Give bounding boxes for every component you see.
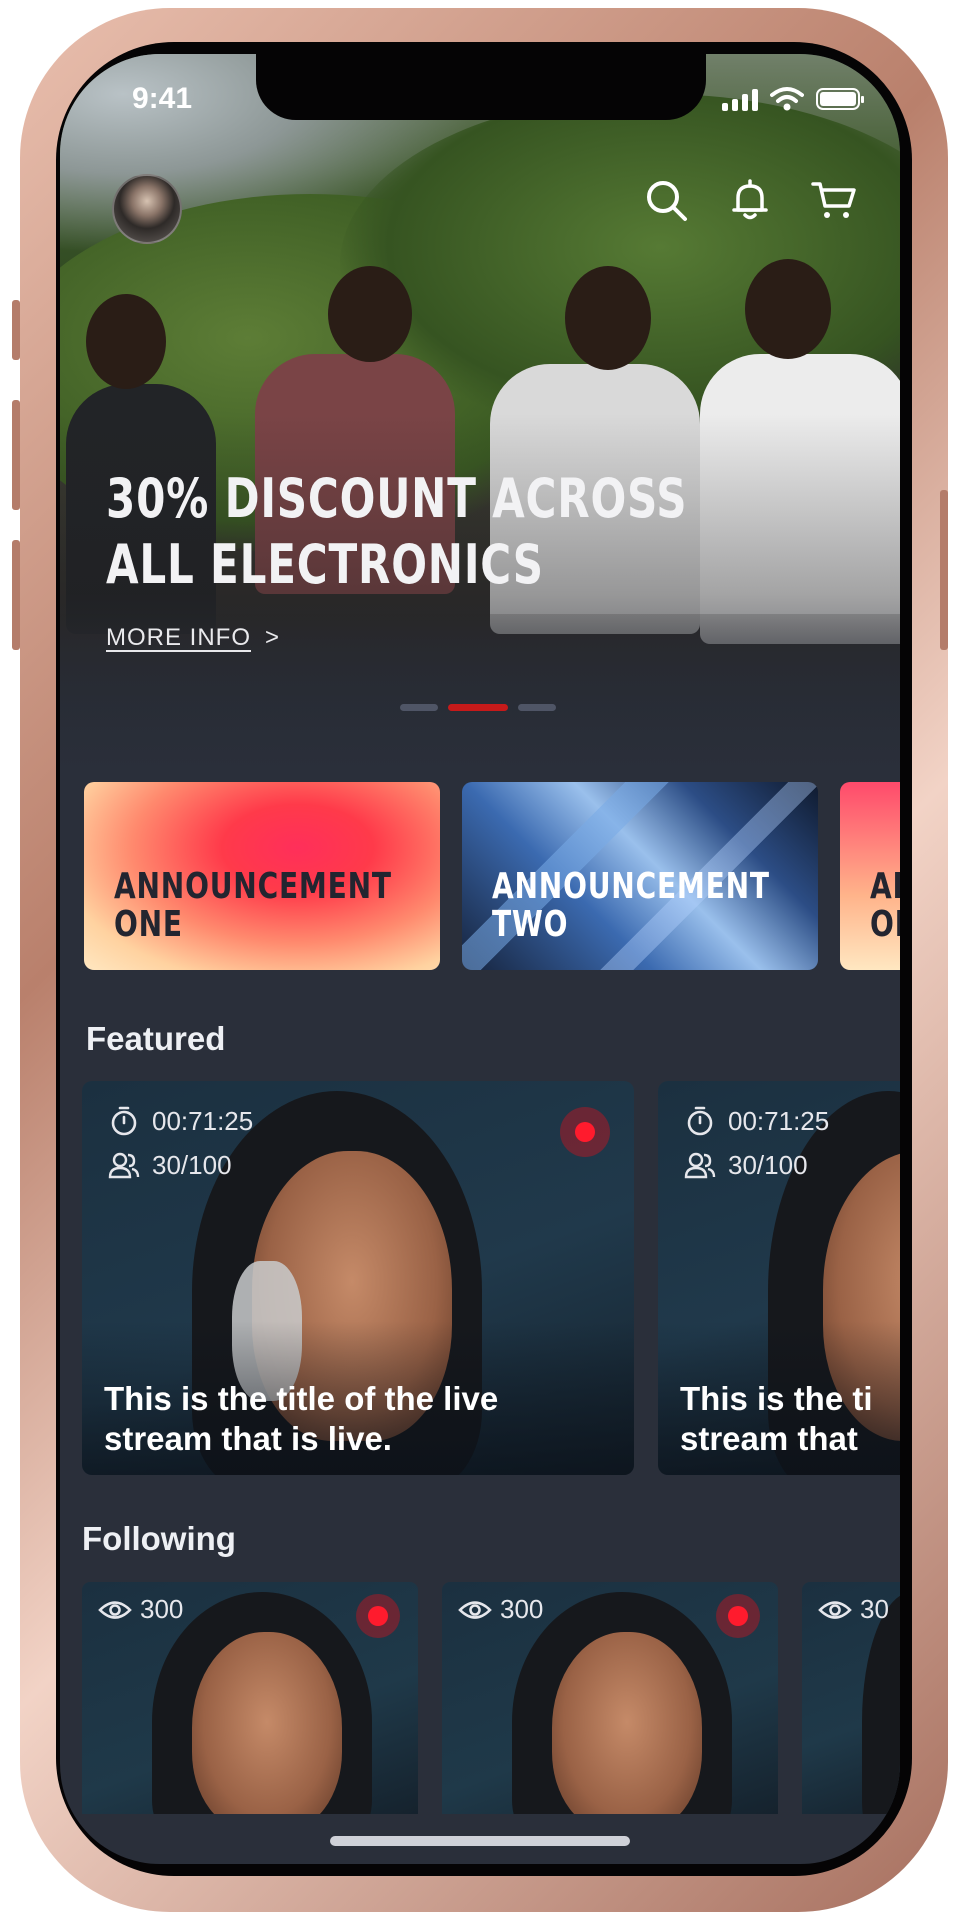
search-icon[interactable] xyxy=(642,176,690,224)
following-card[interactable]: 30 xyxy=(802,1582,900,1814)
hero-person-head xyxy=(86,294,166,389)
timer-value: 00:71:25 xyxy=(152,1105,254,1136)
more-info-label: MORE INFO xyxy=(106,624,251,651)
wifi-icon xyxy=(770,87,804,111)
stopwatch-icon xyxy=(111,1106,137,1136)
hero-banner[interactable]: 30% DISCOUNT ACROSS ALL ELECTRONICS MORE… xyxy=(60,54,900,769)
featured-heading: Featured xyxy=(86,1020,226,1057)
view-count: 30 xyxy=(818,1594,889,1625)
stream-title: This is the ti stream that xyxy=(680,1380,873,1457)
announcement-card[interactable]: AN ON xyxy=(840,782,900,970)
notch xyxy=(256,54,706,120)
view-count: 300 xyxy=(458,1594,543,1625)
following-card[interactable]: 300 xyxy=(82,1582,418,1814)
view-count: 300 xyxy=(98,1594,183,1625)
hero-title: 30% DISCOUNT ACROSS ALL ELECTRONICS xyxy=(106,466,687,598)
view-count-value: 30 xyxy=(860,1594,889,1624)
stream-participants: 30/100 xyxy=(684,1149,808,1181)
live-indicator xyxy=(560,1107,610,1157)
bell-icon[interactable] xyxy=(726,176,774,224)
eye-icon xyxy=(818,1600,852,1619)
volume-down-button xyxy=(12,540,20,650)
live-indicator xyxy=(356,1594,400,1638)
status-icons xyxy=(722,84,864,114)
mute-switch xyxy=(12,300,20,360)
stream-timer: 00:71:25 xyxy=(108,1105,253,1137)
users-icon xyxy=(108,1152,140,1179)
carousel-pager[interactable] xyxy=(400,704,556,711)
hero-title-line: 30% DISCOUNT ACROSS xyxy=(106,467,688,530)
hero-person-head xyxy=(745,259,831,359)
home-indicator[interactable] xyxy=(330,1836,630,1846)
volume-up-button xyxy=(12,400,20,510)
announcement-title: ANNOUNCEMENT TWO xyxy=(492,866,770,945)
stream-title: This is the title of the live stream tha… xyxy=(104,1380,499,1457)
app-screen: 30% DISCOUNT ACROSS ALL ELECTRONICS MORE… xyxy=(60,54,900,1864)
announcement-title: ANNOUNCEMENT ONE xyxy=(114,866,392,945)
avatar[interactable] xyxy=(112,174,182,244)
stream-participants: 30/100 xyxy=(108,1149,232,1181)
featured-card[interactable]: 00:71:25 30/100 This is the ti stream th… xyxy=(658,1081,900,1475)
timer-value: 00:71:25 xyxy=(728,1105,830,1136)
stream-thumbnail-face xyxy=(552,1632,702,1814)
pager-dot[interactable] xyxy=(518,704,556,711)
announcement-title: AN ON xyxy=(870,866,900,945)
hero-title-line: ALL ELECTRONICS xyxy=(106,533,544,596)
live-indicator xyxy=(716,1594,760,1638)
stopwatch-icon xyxy=(687,1106,713,1136)
pager-dot[interactable] xyxy=(400,704,438,711)
battery-icon xyxy=(816,88,864,110)
pager-dot-active[interactable] xyxy=(448,704,508,711)
following-card[interactable]: 300 xyxy=(442,1582,778,1814)
cart-icon[interactable] xyxy=(810,176,858,224)
participants-value: 30/100 xyxy=(152,1149,232,1180)
chevron-right-icon: > xyxy=(265,624,281,651)
announcement-card[interactable]: ANNOUNCEMENT ONE xyxy=(84,782,440,970)
announcement-card[interactable]: ANNOUNCEMENT TWO xyxy=(462,782,818,970)
stream-thumbnail-face xyxy=(192,1632,342,1814)
stream-timer: 00:71:25 xyxy=(684,1105,829,1137)
eye-icon xyxy=(458,1600,492,1619)
hero-person-head xyxy=(565,266,651,370)
eye-icon xyxy=(98,1600,132,1619)
hero-person-head xyxy=(328,266,412,362)
participants-value: 30/100 xyxy=(728,1149,808,1180)
view-count-value: 300 xyxy=(140,1594,184,1624)
signal-icon xyxy=(722,87,758,111)
stream-thumbnail xyxy=(862,1592,900,1814)
view-count-value: 300 xyxy=(500,1594,544,1624)
power-button xyxy=(940,490,948,650)
users-icon xyxy=(684,1152,716,1179)
header-actions xyxy=(642,176,858,224)
more-info-link[interactable]: MORE INFO > xyxy=(106,624,280,652)
status-time: 9:41 xyxy=(132,82,193,115)
following-heading: Following xyxy=(82,1520,236,1557)
featured-card[interactable]: 00:71:25 30/100 This is the title of the… xyxy=(82,1081,634,1475)
